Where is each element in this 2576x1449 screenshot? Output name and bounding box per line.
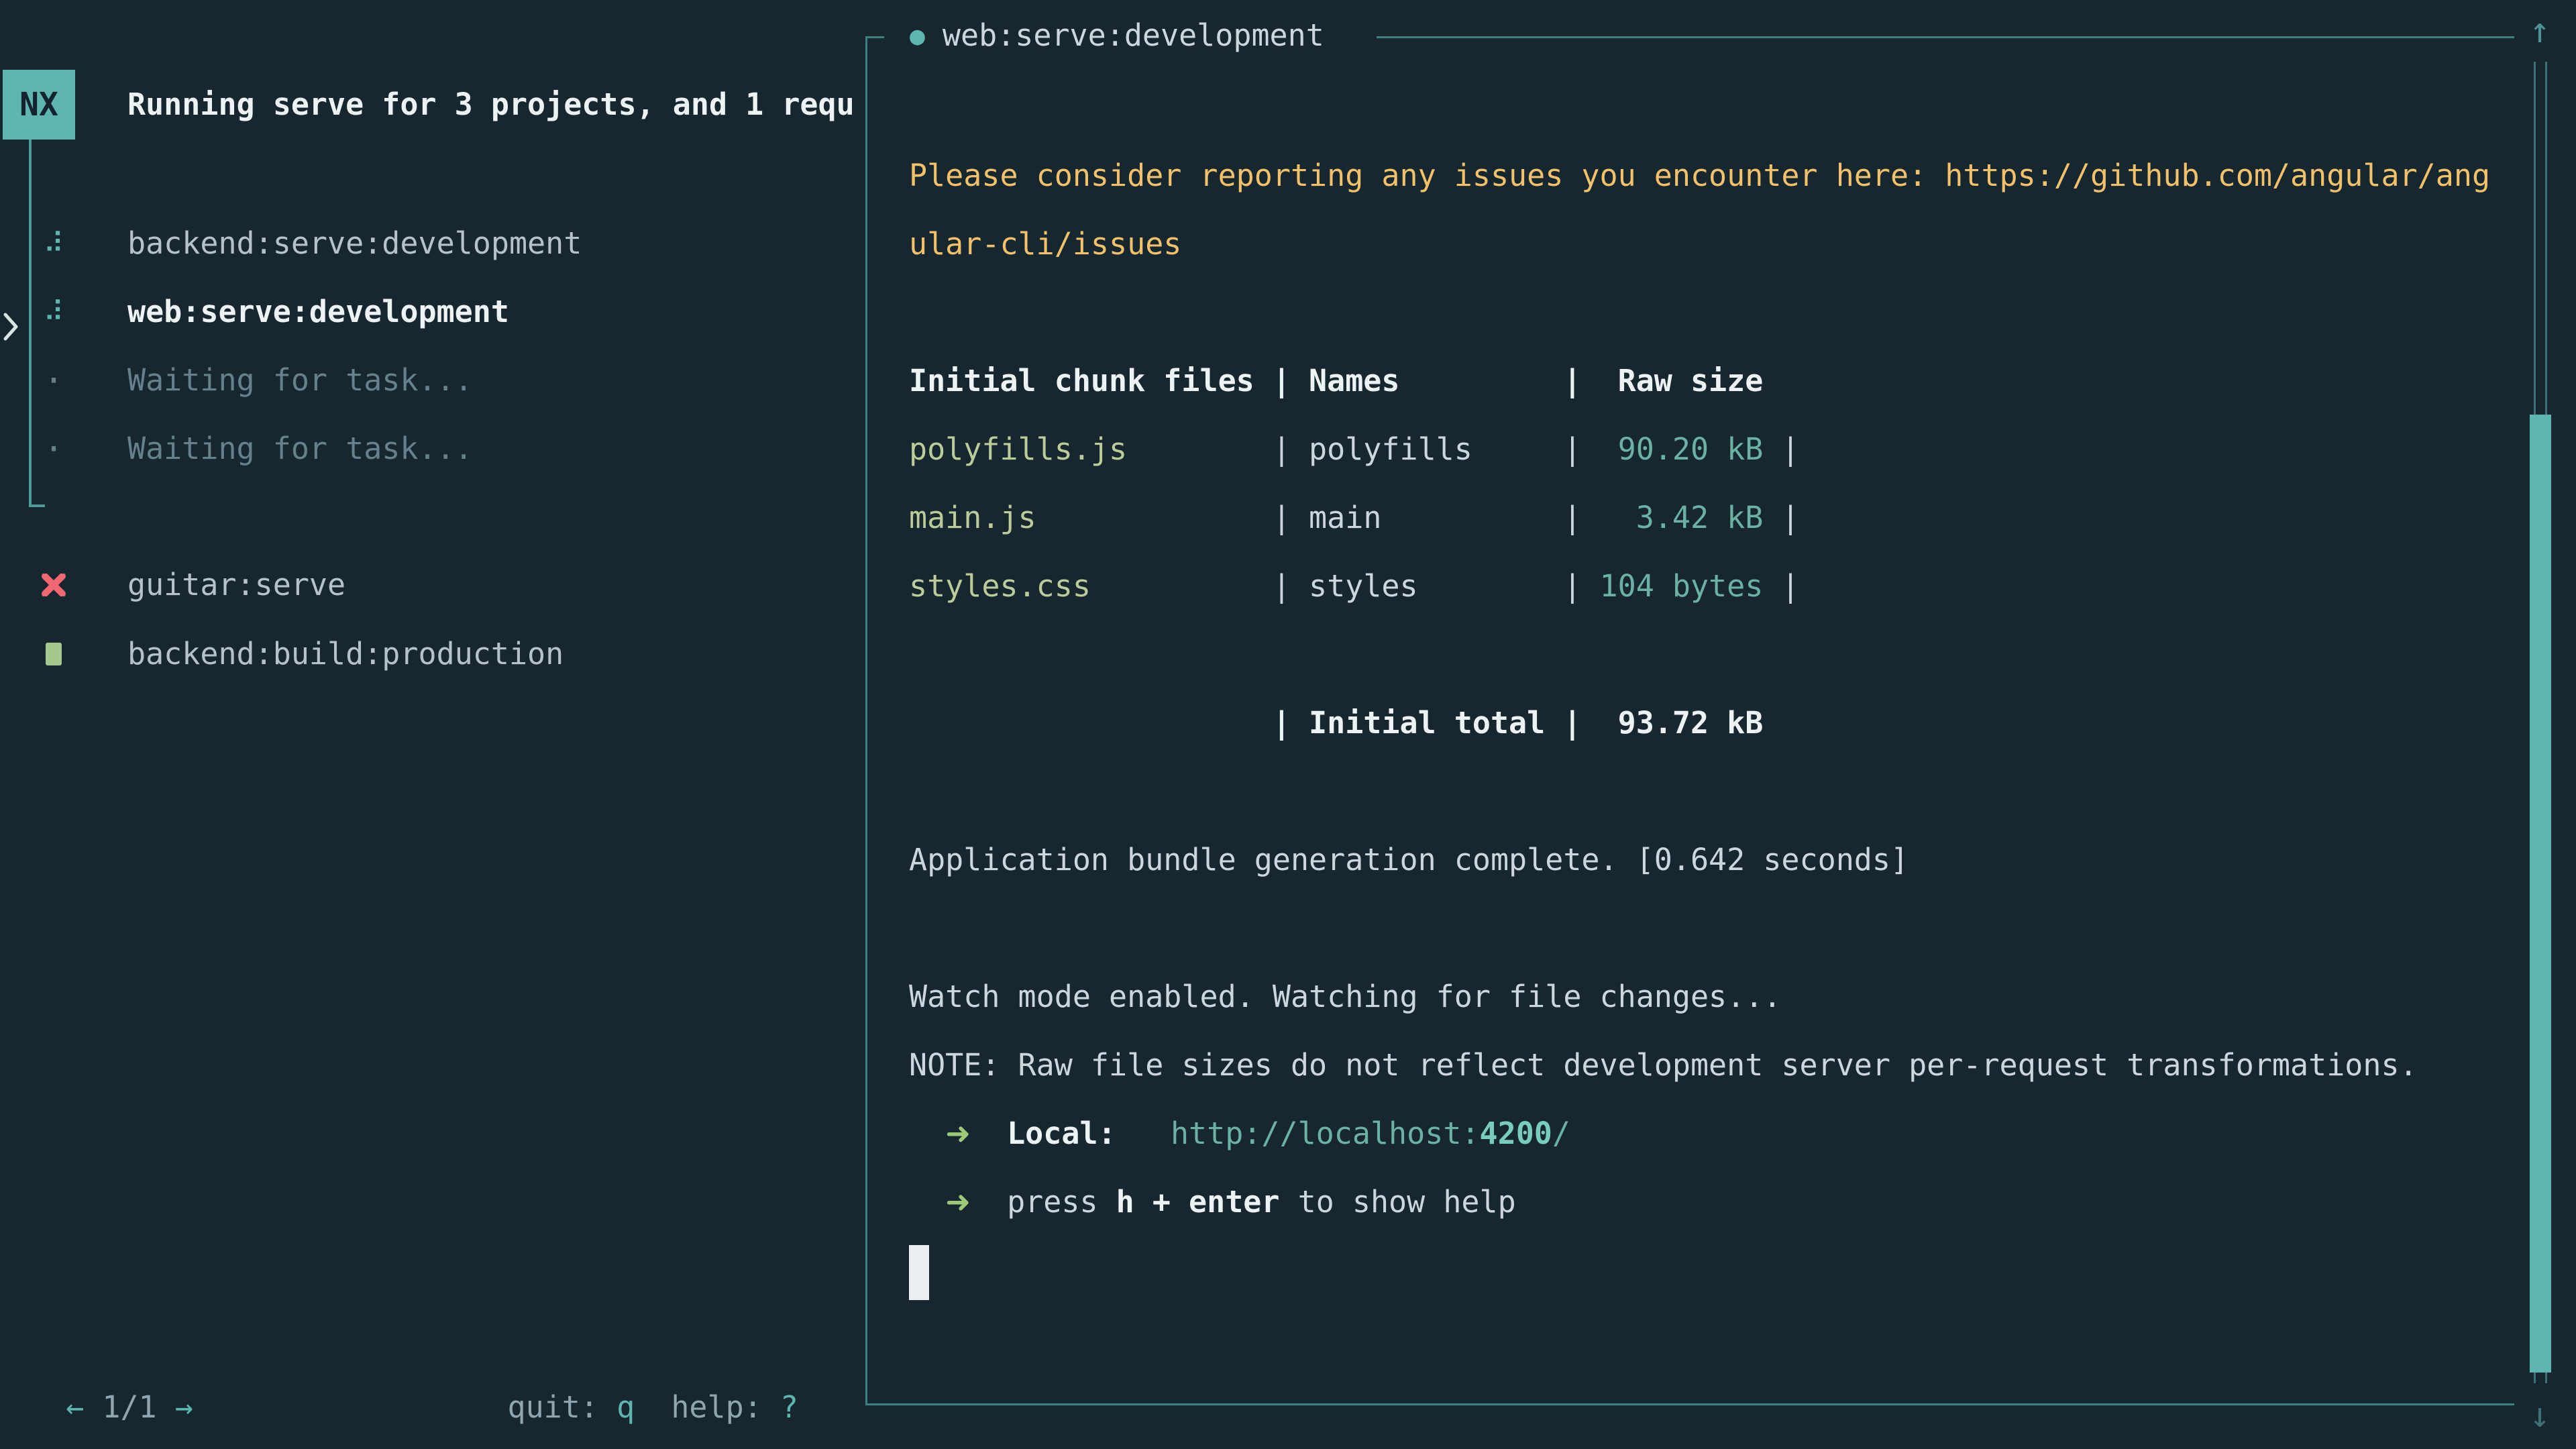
pager-page-indicator: 1/1 bbox=[84, 1389, 174, 1425]
task-label: Waiting for task... bbox=[127, 346, 473, 415]
local-label: Local: bbox=[1007, 1116, 1116, 1151]
pager-left-arrow[interactable]: ← bbox=[66, 1389, 84, 1425]
task-label: guitar:serve bbox=[127, 551, 345, 619]
task-label: backend:serve:development bbox=[127, 209, 582, 278]
chunk-name-cell: | styles | bbox=[1091, 568, 1582, 604]
scrollbar-thumb[interactable] bbox=[2530, 415, 2551, 1373]
chunk-table-header: Initial chunk files | Names | Raw size bbox=[909, 363, 1763, 398]
help-label: help: bbox=[635, 1389, 780, 1425]
scroll-up-icon[interactable]: ↑ bbox=[2512, 3, 2568, 59]
terminal-line bbox=[909, 621, 2519, 689]
terminal-line bbox=[909, 757, 2519, 826]
terminal-line: | Initial total | 93.72 kB bbox=[909, 689, 2519, 757]
terminal-line: Initial chunk files | Names | Raw size bbox=[909, 347, 2519, 415]
spacer bbox=[971, 1116, 1007, 1151]
task-tree-corner bbox=[29, 504, 45, 507]
terminal-line: ➜ press h + enter to show help bbox=[909, 1168, 2519, 1236]
spacer bbox=[909, 1116, 945, 1151]
issues-report-text: Please consider reporting any issues you… bbox=[909, 158, 1945, 193]
cell-divider: | bbox=[1763, 500, 1799, 535]
task-row-Waiting for task...[interactable]: · Waiting for task... bbox=[0, 346, 859, 415]
arrow-icon: ➜ bbox=[945, 1116, 971, 1151]
waiting-dot-icon: · bbox=[38, 346, 70, 415]
local-url-slash[interactable]: / bbox=[1552, 1116, 1570, 1151]
chunk-file-name: polyfills.js bbox=[909, 431, 1127, 467]
cell-divider: | bbox=[1763, 431, 1799, 467]
terminal-line: Application bundle generation complete. … bbox=[909, 826, 2519, 894]
task-row-Waiting for task...[interactable]: · Waiting for task... bbox=[0, 415, 859, 483]
chunk-raw-size: 90.20 kB bbox=[1581, 431, 1763, 467]
waiting-dot-icon: · bbox=[38, 415, 70, 483]
watch-mode-text: Watch mode enabled. Watching for file ch… bbox=[909, 979, 1781, 1014]
spacer bbox=[909, 1184, 945, 1220]
arrow-icon: ➜ bbox=[945, 1184, 971, 1220]
quit-label: quit: bbox=[508, 1389, 617, 1425]
panel-border-bottom bbox=[865, 1403, 2514, 1405]
running-dot-icon: ● bbox=[910, 1, 925, 70]
press-text: press bbox=[971, 1184, 1116, 1220]
chunk-name-cell: | polyfills | bbox=[1127, 431, 1581, 467]
spacer bbox=[1116, 1116, 1171, 1151]
help-suffix: to show help bbox=[1280, 1184, 1516, 1220]
terminal-line: Please consider reporting any issues you… bbox=[909, 142, 2519, 210]
github-issues-link-cont[interactable]: ular-cli/issues bbox=[909, 226, 1181, 262]
help-bar: quit: q help: ? bbox=[0, 1305, 798, 1373]
terminal-output: Please consider reporting any issues you… bbox=[909, 142, 2519, 1305]
terminal-line bbox=[909, 1236, 2519, 1305]
pager-right-arrow[interactable]: → bbox=[175, 1389, 193, 1425]
task-row-web-serve-development[interactable]: ⠼ web:serve:development bbox=[0, 278, 859, 346]
terminal-cursor bbox=[909, 1245, 929, 1300]
task-label: web:serve:development bbox=[127, 278, 509, 346]
note-text: NOTE: Raw file sizes do not reflect deve… bbox=[909, 1047, 2418, 1083]
quit-key: q bbox=[616, 1389, 635, 1425]
terminal-line bbox=[909, 894, 2519, 963]
chunk-name-cell: | main | bbox=[1036, 500, 1582, 535]
terminal-line: ➜ Local: http://localhost:4200/ bbox=[909, 1099, 2519, 1168]
terminal-line: ular-cli/issues bbox=[909, 210, 2519, 278]
spinner-icon: ⠼ bbox=[38, 209, 70, 278]
terminal-line: Watch mode enabled. Watching for file ch… bbox=[909, 963, 2519, 1031]
initial-total-row: | Initial total | 93.72 kB bbox=[909, 705, 1763, 741]
terminal-line: polyfills.js | polyfills | 90.20 kB | bbox=[909, 415, 2519, 484]
failed-cross-icon bbox=[38, 551, 70, 619]
cached-square-icon bbox=[38, 620, 70, 688]
task-label: backend:build:production bbox=[127, 620, 564, 688]
nx-logo: NX bbox=[3, 70, 75, 140]
github-issues-link[interactable]: https://github.com/angular/ang bbox=[1945, 158, 2490, 193]
help-shortcut: h + enter bbox=[1116, 1184, 1280, 1220]
panel-title-text: web:serve:development bbox=[943, 1, 1324, 70]
spinner-icon: ⠼ bbox=[38, 278, 70, 346]
terminal-line: styles.css | styles | 104 bytes | bbox=[909, 552, 2519, 621]
terminal-line: main.js | main | 3.42 kB | bbox=[909, 484, 2519, 552]
app-title: Running serve for 3 projects, and 1 requ bbox=[127, 70, 860, 140]
task-row-backend-serve-development[interactable]: ⠼ backend:serve:development bbox=[0, 209, 859, 278]
local-url-port[interactable]: 4200 bbox=[1480, 1116, 1552, 1151]
task-row-backend-build-production[interactable]: backend:build:production bbox=[0, 620, 859, 688]
cell-divider: | bbox=[1763, 568, 1799, 604]
chunk-raw-size: 3.42 kB bbox=[1581, 500, 1763, 535]
panel-border-top-stub bbox=[865, 36, 884, 38]
task-label: Waiting for task... bbox=[127, 415, 473, 483]
task-row-guitar-serve[interactable]: guitar:serve bbox=[0, 551, 859, 619]
panel-border-left bbox=[865, 36, 867, 1405]
help-key: ? bbox=[780, 1389, 798, 1425]
panel-title: ● web:serve:development bbox=[910, 1, 1324, 70]
terminal-line bbox=[909, 278, 2519, 347]
local-url-link[interactable]: http://localhost: bbox=[1171, 1116, 1480, 1151]
chunk-file-name: main.js bbox=[909, 500, 1036, 535]
panel-border-top bbox=[1377, 36, 2514, 38]
chunk-file-name: styles.css bbox=[909, 568, 1091, 604]
terminal-line: NOTE: Raw file sizes do not reflect deve… bbox=[909, 1031, 2519, 1099]
bundle-complete-text: Application bundle generation complete. … bbox=[909, 842, 1909, 877]
chunk-raw-size: 104 bytes bbox=[1581, 568, 1763, 604]
scroll-down-icon[interactable]: ↓ bbox=[2512, 1387, 2568, 1444]
